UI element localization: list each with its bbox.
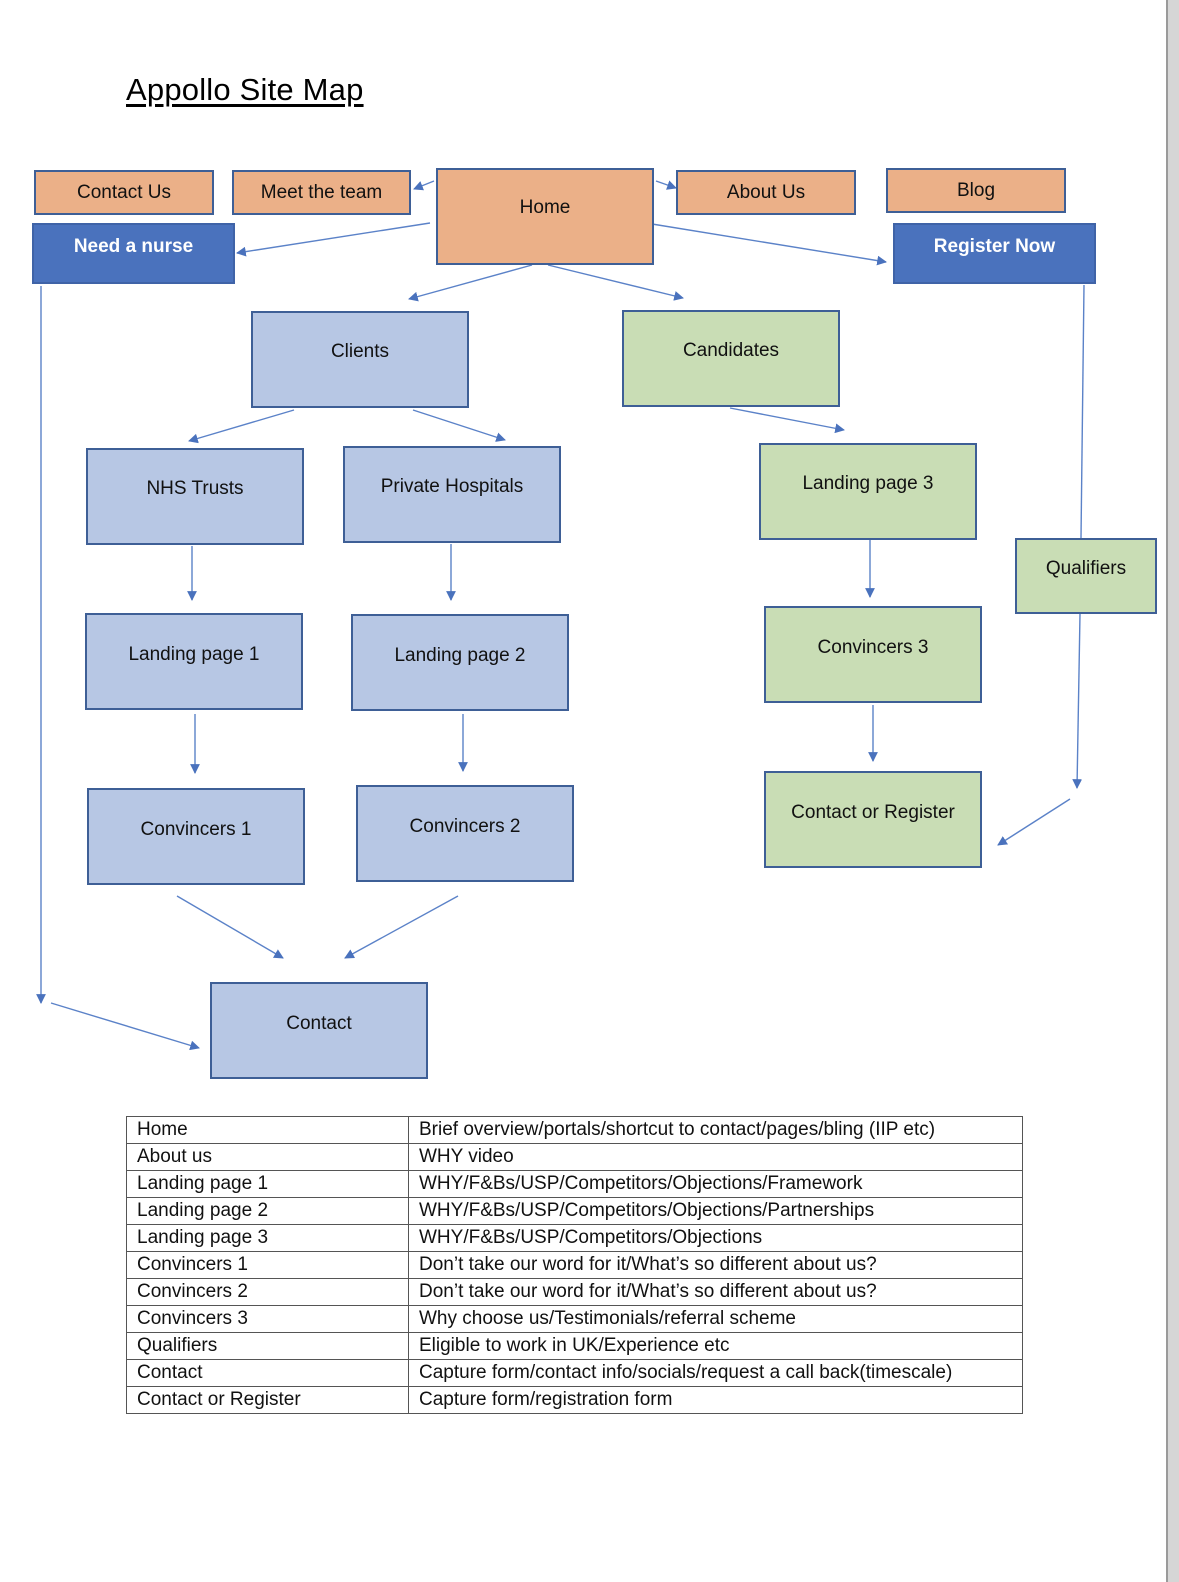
- table-row: Convincers 1 Don’t take our word for it/W…: [126, 1251, 1023, 1279]
- node-contact: Contact: [210, 982, 428, 1079]
- edge-register-now-qualifiers: [1080, 284, 1085, 539]
- edge-qualifiers-down: [1072, 613, 1083, 789]
- node-about-us: About Us: [676, 170, 856, 215]
- node-label: Need a nurse: [73, 236, 194, 257]
- page-edge-scrollbar: [1166, 0, 1179, 1582]
- table-cell-page: About us: [126, 1143, 409, 1171]
- node-label: Home: [519, 197, 571, 218]
- node-contact-us: Contact Us: [34, 170, 214, 215]
- table-cell-page: Convincers 2: [126, 1278, 409, 1306]
- table-cell-content: Capture form/contact info/socials/reques…: [408, 1359, 1023, 1387]
- table-cell-content: WHY/F&Bs/USP/Competitors/Objections/Part…: [408, 1197, 1023, 1225]
- node-landing-page-2: Landing page 2: [351, 614, 569, 711]
- edge-clients-private-hospitals: [412, 409, 506, 442]
- edge-need-a-nurse-contact: [50, 1002, 200, 1051]
- node-label: NHS Trusts: [146, 478, 244, 499]
- table-cell-page: Contact or Register: [126, 1386, 409, 1414]
- table-row: Convincers 2 Don’t take our word for it/W…: [126, 1278, 1023, 1306]
- node-label: Convincers 1: [140, 819, 252, 840]
- table-row: Landing page 3 WHY/F&Bs/USP/Competitors/O…: [126, 1224, 1023, 1252]
- node-label: Landing page 2: [394, 645, 526, 666]
- node-meet-the-team: Meet the team: [232, 170, 411, 215]
- table-cell-content: Don’t take our word for it/What’s so dif…: [408, 1278, 1023, 1306]
- table-cell-page: Home: [126, 1116, 409, 1144]
- node-landing-page-1: Landing page 1: [85, 613, 303, 710]
- table-cell-page: Landing page 1: [126, 1170, 409, 1198]
- node-label: Qualifiers: [1045, 558, 1127, 579]
- table-cell-page: Landing page 3: [126, 1224, 409, 1252]
- edge-home-need-a-nurse: [236, 222, 431, 257]
- edge-home-clients: [408, 264, 533, 302]
- table-cell-page: Convincers 1: [126, 1251, 409, 1279]
- node-convincers-2: Convincers 2: [356, 785, 574, 882]
- edge-clients-nhs-trusts: [188, 409, 295, 444]
- node-need-a-nurse: Need a nurse: [32, 223, 235, 284]
- node-clients: Clients: [251, 311, 469, 408]
- table-row: About us WHY video: [126, 1143, 1023, 1171]
- table-row: Landing page 1 WHY/F&Bs/USP/Competitors/O…: [126, 1170, 1023, 1198]
- edge-convincers-2-contact: [344, 895, 459, 959]
- node-convincers-1: Convincers 1: [87, 788, 305, 885]
- page-title: Appollo Site Map: [126, 72, 364, 107]
- node-label: Candidates: [682, 340, 780, 361]
- edge-qualifiers-contact-or-register: [997, 798, 1071, 846]
- node-label: Landing page 1: [128, 644, 260, 665]
- node-landing-page-3: Landing page 3: [759, 443, 977, 540]
- table-cell-content: WHY/F&Bs/USP/Competitors/Objections/Fram…: [408, 1170, 1023, 1198]
- table-cell-content: WHY/F&Bs/USP/Competitors/Objections: [408, 1224, 1023, 1252]
- node-register-now: Register Now: [893, 223, 1096, 284]
- edge-home-meet-the-team: [413, 180, 435, 191]
- node-private-hospitals: Private Hospitals: [343, 446, 561, 543]
- table-cell-content: Brief overview/portals/shortcut to conta…: [408, 1116, 1023, 1144]
- table-row: Convincers 3 Why choose us/Testimonials/r…: [126, 1305, 1023, 1333]
- table-cell-page: Landing page 2: [126, 1197, 409, 1225]
- node-blog: Blog: [886, 168, 1066, 213]
- page-content-table: Home Brief overview/portals/shortcut to c…: [126, 1116, 1023, 1414]
- table-cell-page: Contact: [126, 1359, 409, 1387]
- table-row: Contact or Register Capture form/registra…: [126, 1386, 1023, 1414]
- table-cell-content: Eligible to work in UK/Experience etc: [408, 1332, 1023, 1360]
- table-row: Landing page 2 WHY/F&Bs/USP/Competitors/O…: [126, 1197, 1023, 1225]
- node-home: Home: [436, 168, 654, 265]
- edge-home-candidates: [547, 264, 684, 301]
- node-label: Landing page 3: [802, 473, 934, 494]
- table-row: Contact Capture form/contact info/socials…: [126, 1359, 1023, 1387]
- node-label: Meet the team: [260, 182, 383, 203]
- node-candidates: Candidates: [622, 310, 840, 407]
- node-label: Contact: [286, 1013, 352, 1034]
- node-label: Contact Us: [77, 182, 171, 203]
- node-label: Blog: [956, 180, 996, 201]
- node-label: Contact or Register: [791, 802, 955, 823]
- node-label: Convincers 2: [409, 816, 521, 837]
- node-label: Private Hospitals: [380, 476, 524, 497]
- node-qualifiers: Qualifiers: [1015, 538, 1157, 614]
- edge-home-about-us: [655, 180, 677, 190]
- edge-home-register-now: [651, 223, 887, 266]
- table-cell-page: Convincers 3: [126, 1305, 409, 1333]
- node-nhs-trusts: NHS Trusts: [86, 448, 304, 545]
- table-row: Qualifiers Eligible to work in UK/Experie…: [126, 1332, 1023, 1360]
- node-label: Convincers 3: [817, 637, 929, 658]
- table-cell-content: Why choose us/Testimonials/referral sche…: [408, 1305, 1023, 1333]
- edge-candidates-landing-3: [729, 407, 845, 434]
- edge-convincers-1-contact: [176, 895, 284, 959]
- node-label: Register Now: [933, 236, 1056, 257]
- node-contact-or-register: Contact or Register: [764, 771, 982, 868]
- table-cell-content: Don’t take our word for it/What’s so dif…: [408, 1251, 1023, 1279]
- table-row: Home Brief overview/portals/shortcut to c…: [126, 1116, 1023, 1144]
- node-convincers-3: Convincers 3: [764, 606, 982, 703]
- node-label: Clients: [330, 341, 390, 362]
- table-cell-page: Qualifiers: [126, 1332, 409, 1360]
- table-cell-content: Capture form/registration form: [408, 1386, 1023, 1414]
- node-label: About Us: [726, 182, 806, 203]
- table-cell-content: WHY video: [408, 1143, 1023, 1171]
